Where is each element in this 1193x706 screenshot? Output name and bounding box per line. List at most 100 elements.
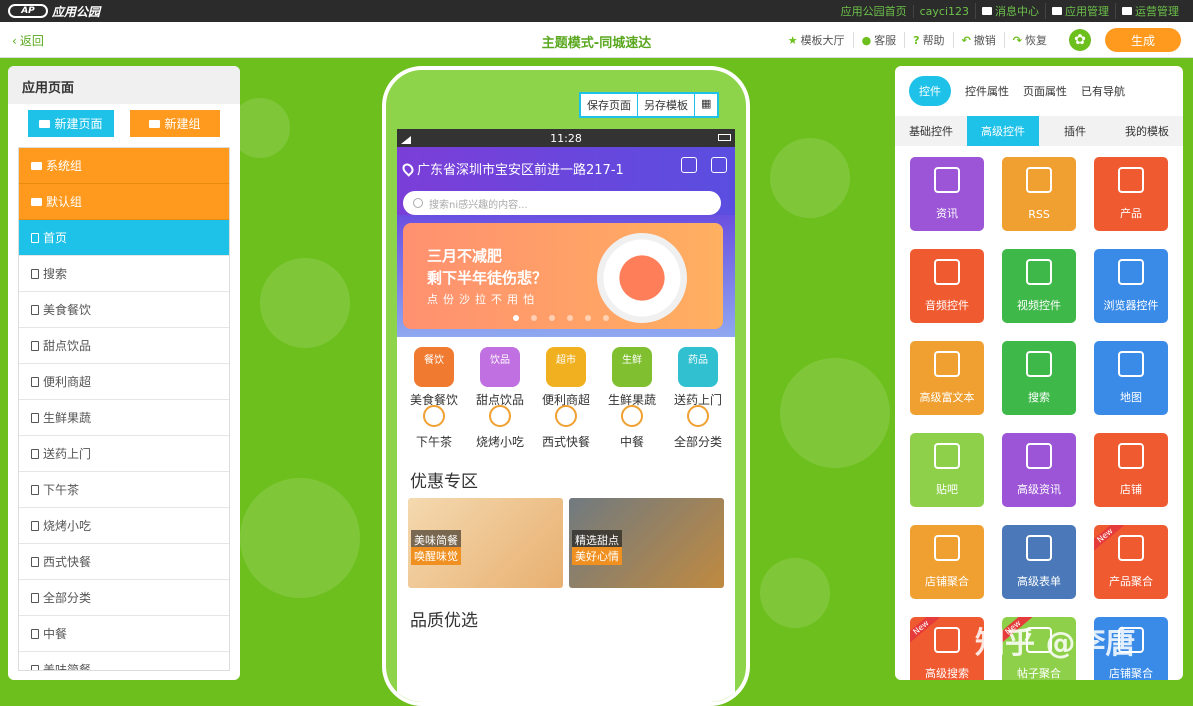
page-list-item[interactable]: 生鲜果蔬 [19, 400, 229, 436]
carousel-dot[interactable] [549, 315, 555, 321]
page-list-item-label: 美味简餐 [43, 663, 92, 671]
category-item[interactable]: 西式快餐 [533, 405, 599, 461]
pages-panel-title: 应用页面 [8, 66, 240, 104]
template-hall-button[interactable]: ★ 模板大厅 [780, 32, 854, 48]
widget-tile[interactable]: 产品 [1094, 157, 1168, 231]
category-item[interactable]: 全部分类 [665, 405, 731, 461]
page-list-item[interactable]: 首页 [19, 220, 229, 256]
page-icon [31, 232, 39, 243]
save-as-template-button[interactable]: 另存模板 [638, 94, 695, 116]
category-item[interactable]: 生鲜 生鲜果蔬 [599, 347, 665, 409]
page-list-item-label: 默认组 [46, 195, 83, 209]
category-item[interactable]: 餐饮 美食餐饮 [401, 347, 467, 409]
category-item[interactable]: 中餐 [599, 405, 665, 461]
new-group-label: 新建组 [164, 117, 201, 131]
generate-button[interactable]: 生成 [1105, 28, 1181, 52]
banner-card: 三月不减肥 剩下半年徒伤悲？ 点份沙拉不用怕 [403, 223, 723, 329]
page-list-item[interactable]: 便利商超 [19, 364, 229, 400]
page-list-item[interactable]: 美食餐饮 [19, 292, 229, 328]
page-list-item[interactable]: 送药上门 [19, 436, 229, 472]
service-button[interactable]: ● 客服 [854, 32, 906, 48]
page-list-item[interactable]: 下午茶 [19, 472, 229, 508]
toolbar: ‹ 返回 主题模式-同城速达 ★ 模板大厅 ● 客服 ? 帮助 ↶ 撤销 ↷ 恢复 ✿ 生成 [0, 22, 1193, 58]
top-link-messages[interactable]: 消息中心 [975, 3, 1045, 19]
tab-navigation[interactable]: 已有导航 [1081, 83, 1125, 99]
category-item[interactable]: 超市 便利商超 [533, 347, 599, 409]
logo-text: 应用公园 [52, 4, 101, 19]
category-item[interactable]: 下午茶 [401, 405, 467, 461]
widget-tile[interactable]: 浏览器控件 [1094, 249, 1168, 323]
widget-tile[interactable]: 搜索 [1002, 341, 1076, 415]
page-list-item[interactable]: 全部分类 [19, 580, 229, 616]
widget-label: 资讯 [936, 207, 958, 220]
page-group-item[interactable]: 系统组 [19, 148, 229, 184]
category-item[interactable]: 药品 送药上门 [665, 347, 731, 409]
page-list-item[interactable]: 甜点饮品 [19, 328, 229, 364]
page-list-item[interactable]: 烧烤小吃 [19, 508, 229, 544]
widget-tile[interactable]: 贴吧 [910, 433, 984, 507]
undo-button[interactable]: ↶ 撤销 [954, 32, 1005, 48]
carousel-dot[interactable] [603, 315, 609, 321]
carousel-dot[interactable] [531, 315, 537, 321]
page-list-item-label: 首页 [43, 231, 68, 245]
page-list-item[interactable]: 中餐 [19, 616, 229, 652]
scan-icon[interactable] [681, 157, 697, 173]
subtab-my-templates[interactable]: 我的模板 [1111, 116, 1183, 146]
widget-tile[interactable]: 产品聚合 New [1094, 525, 1168, 599]
subtab-basic[interactable]: 基础控件 [895, 116, 967, 146]
promo-card-dessert[interactable]: 精选甜点 美好心情 [569, 498, 724, 588]
top-link-ops[interactable]: 运营管理 [1115, 3, 1185, 19]
widget-tile[interactable]: 高级资讯 [1002, 433, 1076, 507]
page-list-item[interactable]: 美味简餐 [19, 652, 229, 671]
tab-widget-props[interactable]: 控件属性 [965, 83, 1009, 99]
page-list-item[interactable]: 西式快餐 [19, 544, 229, 580]
settings-gear-icon[interactable]: ✿ [1069, 29, 1091, 51]
category-item[interactable]: 烧烤小吃 [467, 405, 533, 461]
widget-tile[interactable]: 高级搜索 New [910, 617, 984, 680]
help-button[interactable]: ? 帮助 [905, 32, 954, 48]
page-list-item-label: 便利商超 [43, 375, 92, 389]
subtab-advanced[interactable]: 高级控件 [967, 116, 1039, 146]
carousel-dot[interactable] [567, 315, 573, 321]
promo-card-meal[interactable]: 美味简餐 唤醒味觉 [408, 498, 563, 588]
widget-tile[interactable]: 店铺 [1094, 433, 1168, 507]
category-icon [687, 405, 709, 427]
banner-carousel[interactable]: 三月不减肥 剩下半年徒伤悲？ 点份沙拉不用怕 [397, 215, 735, 337]
widget-tile[interactable]: 资讯 [910, 157, 984, 231]
category-row-1: 餐饮 美食餐饮 饮品 甜点饮品 超市 便利商超 生鲜 生鲜果蔬 药品 送药上门 [397, 337, 735, 409]
page-add-icon [39, 119, 51, 128]
qr-code-icon[interactable]: ▦ [695, 94, 717, 116]
app-logo[interactable]: AP 应用公园 [8, 3, 100, 20]
back-button[interactable]: ‹ 返回 [12, 32, 44, 49]
carousel-dot[interactable] [585, 315, 591, 321]
page-icon [31, 448, 39, 459]
location[interactable]: 广东省深圳市宝安区前进一路217-1 [400, 159, 624, 178]
carousel-dot[interactable] [513, 315, 519, 321]
widget-tile[interactable]: RSS [1002, 157, 1076, 231]
new-page-button[interactable]: 新建页面 [28, 110, 114, 137]
tab-widgets[interactable]: 控件 [909, 76, 951, 106]
redo-button[interactable]: ↷ 恢复 [1005, 32, 1055, 48]
location-text: 广东省深圳市宝安区前进一路217-1 [417, 163, 624, 178]
widget-tile[interactable]: 高级富文本 [910, 341, 984, 415]
promo-subtitle: 唤醒味觉 [411, 547, 461, 565]
widget-tile[interactable]: 视频控件 [1002, 249, 1076, 323]
page-group-item[interactable]: 默认组 [19, 184, 229, 220]
category-label: 全部分类 [673, 435, 722, 449]
subtab-plugins[interactable]: 插件 [1039, 116, 1111, 146]
top-link-apps[interactable]: 应用管理 [1045, 3, 1115, 19]
search-input[interactable]: 搜索ni感兴趣的内容... [403, 191, 721, 215]
widget-tile[interactable]: 地图 [1094, 341, 1168, 415]
widget-tile[interactable]: 音频控件 [910, 249, 984, 323]
page-list-item[interactable]: 搜索 [19, 256, 229, 292]
save-page-button[interactable]: 保存页面 [581, 94, 638, 116]
widget-tile[interactable]: 店铺聚合 [910, 525, 984, 599]
category-item[interactable]: 饮品 甜点饮品 [467, 347, 533, 409]
message-icon[interactable] [711, 157, 727, 173]
new-group-button[interactable]: 新建组 [130, 110, 220, 137]
widget-label: 浏览器控件 [1103, 299, 1159, 312]
tab-page-props[interactable]: 页面属性 [1023, 83, 1067, 99]
top-link-home[interactable]: 应用公园首页 [835, 3, 913, 19]
top-link-user[interactable]: cayci123 [912, 4, 975, 18]
widget-tile[interactable]: 高级表单 [1002, 525, 1076, 599]
